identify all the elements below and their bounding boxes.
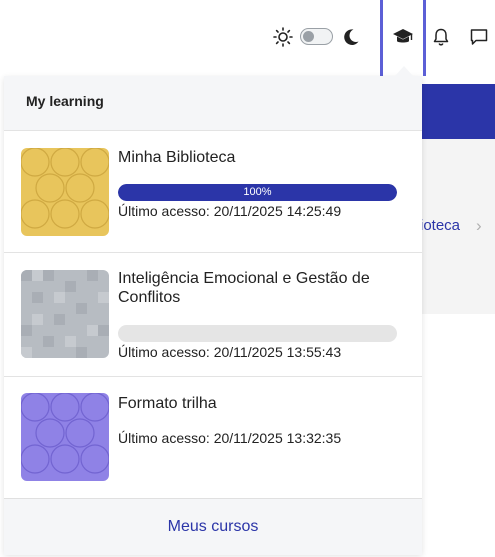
moon-icon xyxy=(344,29,359,45)
progress-percent: 100% xyxy=(243,186,272,198)
course-item[interactable]: Inteligência Emocional e Gestão de Confl… xyxy=(4,253,422,377)
course-title[interactable]: Minha Biblioteca xyxy=(118,148,388,167)
dropdown-title: My learning xyxy=(26,93,104,109)
graduation-cap-icon xyxy=(393,29,413,43)
last-access: Último acesso: 20/11/2025 13:55:43 xyxy=(118,344,342,360)
last-access: Último acesso: 20/11/2025 13:32:35 xyxy=(118,430,342,446)
progress-bar: 100% xyxy=(118,184,397,201)
sun-icon xyxy=(273,27,293,47)
course-item[interactable]: Minha Biblioteca 100% Último acesso: 20/… xyxy=(4,131,422,253)
progress-bar xyxy=(118,325,397,342)
course-item[interactable]: Formato trilha Último acesso: 20/11/2025… xyxy=(4,377,422,498)
last-access: Último acesso: 20/11/2025 14:25:49 xyxy=(118,203,342,219)
my-courses-link[interactable]: Meus cursos xyxy=(4,518,422,536)
course-thumbnail xyxy=(21,148,109,236)
chat-icon[interactable] xyxy=(469,27,489,47)
course-title[interactable]: Formato trilha xyxy=(118,394,388,413)
bell-icon[interactable] xyxy=(431,27,451,47)
library-link[interactable]: ioteca xyxy=(420,217,460,234)
dropdown-caret xyxy=(395,66,413,76)
dropdown-footer: Meus cursos xyxy=(4,498,422,555)
toggle-knob xyxy=(303,31,314,42)
theme-toggle[interactable] xyxy=(300,28,333,45)
course-thumbnail xyxy=(21,270,109,358)
top-bar xyxy=(0,0,495,76)
my-learning-button[interactable] xyxy=(380,0,426,76)
course-title[interactable]: Inteligência Emocional e Gestão de Confl… xyxy=(118,269,388,307)
page-banner xyxy=(420,84,495,139)
course-thumbnail xyxy=(21,393,109,481)
my-learning-dropdown: My learning Minha Biblioteca 100% Último… xyxy=(4,76,422,555)
dropdown-header: My learning xyxy=(4,76,422,131)
chevron-right-icon[interactable]: › xyxy=(476,216,482,236)
